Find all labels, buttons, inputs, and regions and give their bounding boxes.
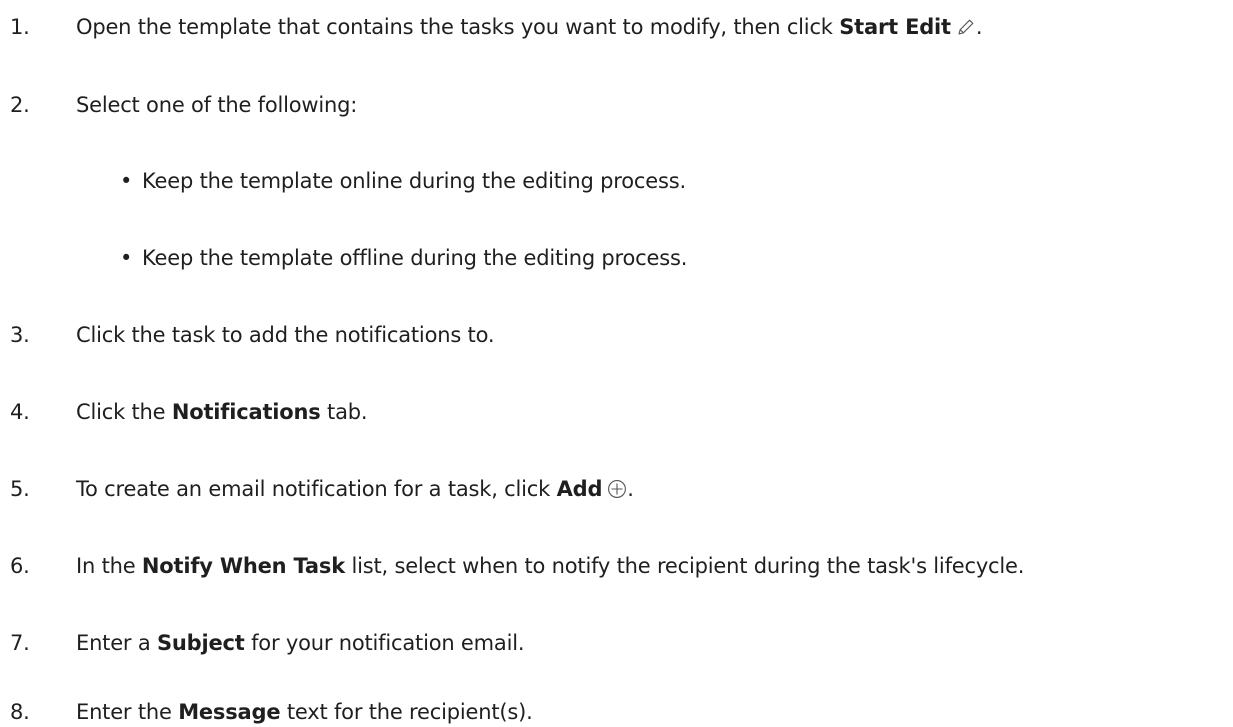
step-number: 2. bbox=[10, 93, 30, 117]
step-number: 8. bbox=[10, 700, 30, 724]
add-circle-icon bbox=[607, 479, 627, 499]
step-number: 6. bbox=[10, 554, 30, 578]
step-text-after: . bbox=[627, 477, 634, 501]
bullet-text: Keep the template online during the edit… bbox=[142, 169, 686, 193]
step-text-after: tab. bbox=[320, 400, 368, 424]
message-label: Message bbox=[178, 700, 281, 724]
step-text: Click the task to add the notifications … bbox=[76, 323, 495, 347]
step-text-after: . bbox=[975, 15, 983, 39]
step-number: 3. bbox=[10, 323, 30, 347]
step-text: To create an email notification for a ta… bbox=[76, 474, 634, 504]
instruction-steps: 1. Open the template that contains the t… bbox=[0, 0, 1233, 725]
notifications-label: Notifications bbox=[171, 400, 321, 424]
step-number: 4. bbox=[10, 400, 30, 424]
step-text-after: for your notification email. bbox=[244, 631, 525, 655]
step-text: Click the Notifications tab. bbox=[76, 397, 368, 427]
step-text: In the Notify When Task list, select whe… bbox=[76, 551, 1024, 581]
step-text: Select one of the following: bbox=[76, 93, 358, 117]
step-text-before: In the bbox=[76, 554, 142, 578]
step-text-before: To create an email notification for a ta… bbox=[76, 477, 557, 501]
subject-label: Subject bbox=[157, 631, 245, 655]
step-text-after: list, select when to notify the recipien… bbox=[344, 554, 1025, 578]
step-text-before: Click the bbox=[76, 400, 172, 424]
add-label: Add bbox=[556, 477, 603, 501]
notify-when-task-label: Notify When Task bbox=[141, 554, 345, 578]
step-text: Enter the Message text for the recipient… bbox=[76, 697, 533, 727]
step-text-before: Open the template that contains the task… bbox=[76, 15, 840, 39]
step-number: 7. bbox=[10, 631, 30, 655]
step-text-after: text for the recipient(s). bbox=[280, 700, 533, 724]
start-edit-label: Start Edit bbox=[839, 15, 951, 39]
step-text: Open the template that contains the task… bbox=[76, 12, 983, 42]
bullet-dot: • bbox=[120, 246, 133, 270]
bullet-dot: • bbox=[120, 169, 133, 193]
step-number: 1. bbox=[10, 15, 30, 39]
step-number: 5. bbox=[10, 477, 30, 501]
step-text: Enter a Subject for your notification em… bbox=[76, 628, 525, 658]
step-text-before: Enter the bbox=[76, 700, 179, 724]
bullet-text: Keep the template offline during the edi… bbox=[142, 246, 688, 270]
step-text-before: Enter a bbox=[76, 631, 157, 655]
pencil-icon bbox=[956, 17, 976, 37]
